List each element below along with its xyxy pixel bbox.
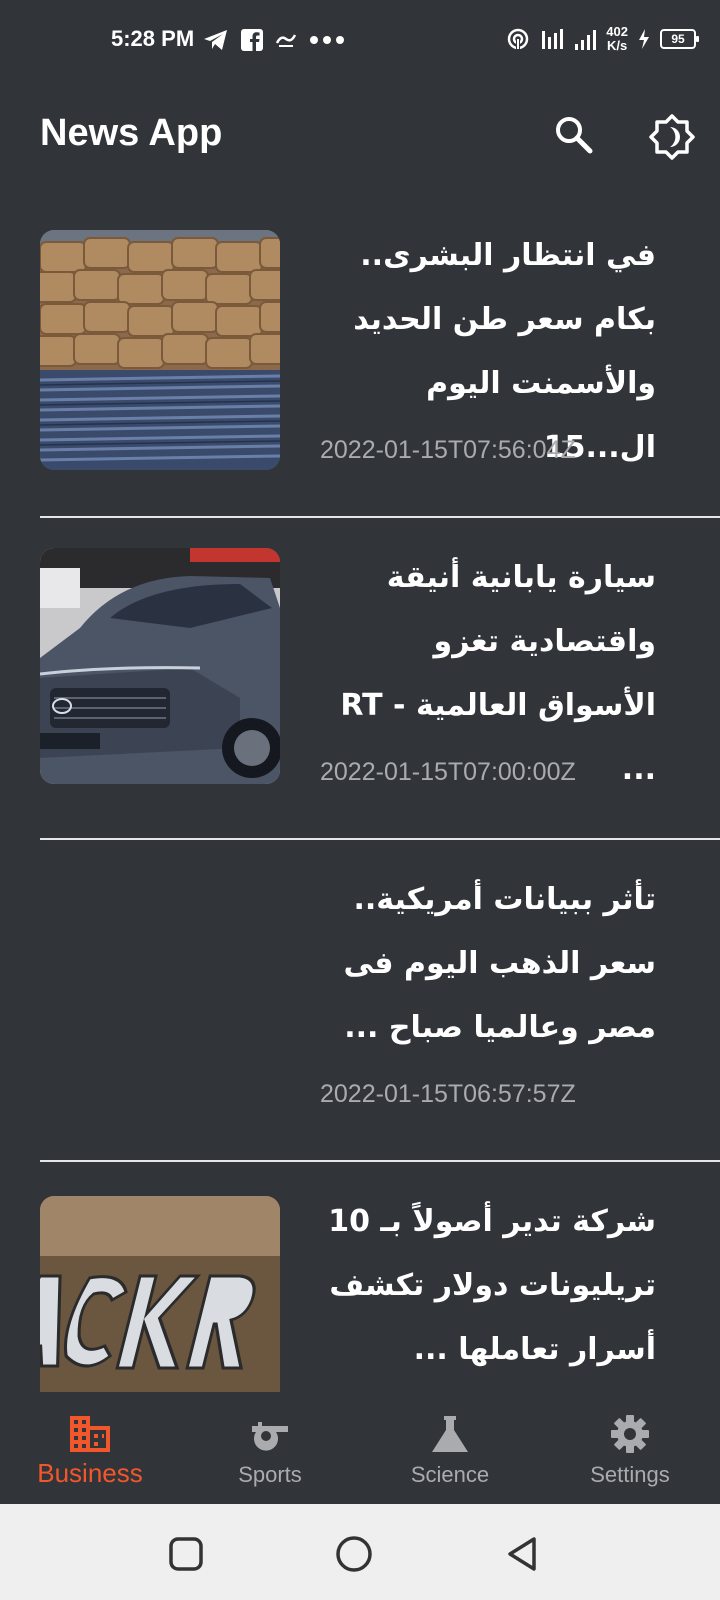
network-speed-unit: K/s — [607, 38, 628, 53]
battery-level: 95 — [671, 32, 685, 46]
article-headline: شركة تدير أصولاً بـ 10 تريليونات دولار ت… — [328, 1204, 656, 1367]
cement-steel-photo — [40, 230, 280, 470]
nav-label: Settings — [590, 1462, 670, 1487]
signal-strength-2-icon — [575, 30, 597, 50]
app-bar: News App — [0, 95, 720, 181]
article-image — [40, 548, 280, 784]
facebook-icon — [241, 29, 263, 51]
news-feed[interactable]: في انتظار البشرى.. بكام سعر طن الحديد وا… — [0, 196, 720, 1392]
building-icon — [70, 1416, 110, 1452]
signal-strength-icon — [542, 29, 564, 49]
nav-item-settings[interactable]: Settings — [540, 1392, 720, 1504]
gear-icon — [611, 1415, 649, 1453]
status-bar: 5:28 PM 402 K/s 95 — [0, 0, 720, 80]
status-notification-icons — [203, 28, 345, 52]
battery-indicator: 95 — [660, 29, 699, 49]
nav-label: Business — [37, 1458, 143, 1488]
article-image — [40, 230, 280, 470]
article-card[interactable]: شركة تدير أصولاً بـ 10 تريليونات دولار ت… — [0, 1162, 720, 1392]
app-notification-icon — [275, 34, 297, 47]
nav-label: Sports — [238, 1462, 302, 1487]
article-card[interactable]: سيارة يابانية أنيقة واقتصادية تغزو الأسو… — [0, 518, 720, 840]
article-image — [40, 1196, 280, 1392]
article-timestamp: 2022-01-15T07:56:04Z — [320, 436, 576, 464]
telegram-icon — [204, 30, 227, 50]
hotspot-icon — [508, 28, 529, 51]
article-headline: تأثر ببيانات أمريكية.. سعر الذهب اليوم ف… — [343, 882, 656, 1045]
article-timestamp: 2022-01-15T07:00:00Z — [320, 758, 576, 786]
charging-bolt-icon — [639, 29, 649, 49]
blackrock-sign-photo — [40, 1196, 280, 1392]
article-card[interactable]: في انتظار البشرى.. بكام سعر طن الحديد وا… — [0, 196, 720, 518]
network-speed-value: 402 — [606, 24, 628, 39]
bottom-navigation: Business Sports Science Settings — [0, 1392, 720, 1504]
status-time: 5:28 PM — [111, 26, 195, 51]
app-title: News App — [40, 112, 223, 154]
article-card[interactable]: تأثر ببيانات أمريكية.. سعر الذهب اليوم ف… — [0, 840, 720, 1162]
brightness-icon[interactable] — [648, 113, 696, 161]
nav-item-business[interactable]: Business — [0, 1392, 180, 1504]
home-button[interactable] — [334, 1534, 374, 1574]
more-dots-icon — [310, 36, 344, 44]
search-icon[interactable] — [552, 113, 596, 157]
flask-icon — [432, 1416, 468, 1452]
system-navigation-bar — [0, 1504, 720, 1600]
recents-button[interactable] — [166, 1534, 206, 1574]
status-system-icons: 402 K/s 95 — [506, 24, 699, 54]
network-speed: 402 K/s — [606, 25, 628, 53]
honda-car-photo — [40, 548, 280, 784]
whistle-icon — [252, 1422, 288, 1451]
nav-label: Science — [410, 1462, 490, 1487]
nav-item-sports[interactable]: Sports — [180, 1392, 360, 1504]
back-button[interactable] — [502, 1534, 542, 1574]
nav-item-science[interactable]: Science — [360, 1392, 540, 1504]
article-timestamp: 2022-01-15T06:57:57Z — [320, 1080, 576, 1108]
